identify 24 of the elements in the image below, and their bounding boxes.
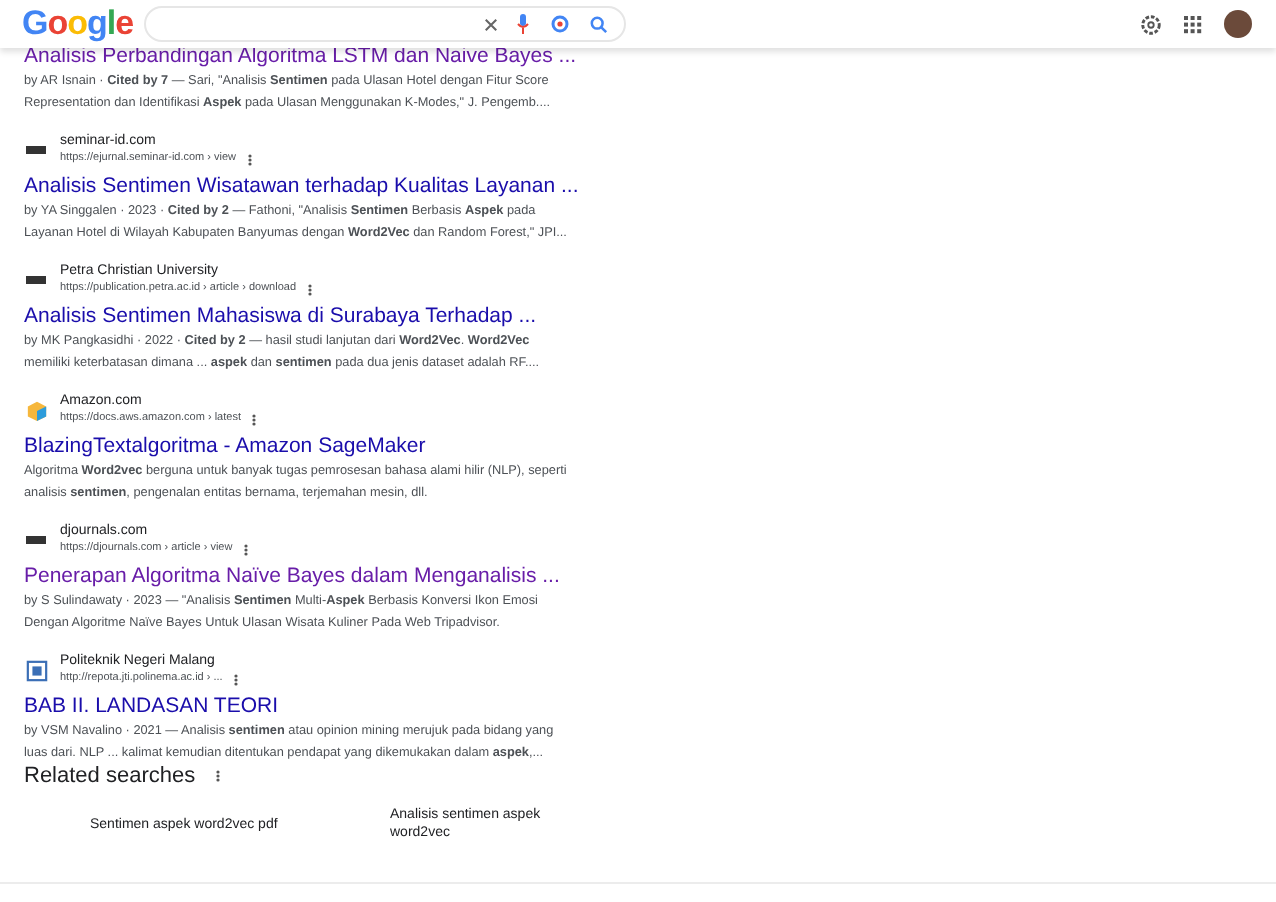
cube-icon: [25, 399, 47, 421]
more-options-icon[interactable]: [308, 283, 313, 295]
related-searches-heading: Related searches: [24, 762, 196, 792]
search-field[interactable]: [144, 6, 626, 42]
camera-icon[interactable]: [550, 14, 570, 34]
result-title-link[interactable]: Analisis Sentimen Mahasiswa di Surabaya Terhadap ...: [24, 302, 604, 330]
result-title-link[interactable]: BlazingTextalgoritma - Amazon SageMaker: [24, 432, 604, 460]
more-options-icon[interactable]: [215, 770, 220, 783]
more-options-icon[interactable]: [252, 413, 257, 425]
more-options-icon[interactable]: [248, 153, 253, 165]
result-title-link[interactable]: Penerapan Algoritma Naïve Bayes dalam Menganalisis ...: [24, 562, 604, 590]
google-logo: Google: [22, 2, 136, 47]
more-options-icon[interactable]: [234, 673, 239, 685]
result-title-link[interactable]: BAB II. LANDASAN TEORI: [24, 692, 604, 720]
result-title-link[interactable]: Analisis Sentimen Wisatawan terhadap Kualitas Layanan ...: [24, 172, 604, 200]
avatar[interactable]: [1224, 10, 1252, 38]
close-icon[interactable]: [484, 17, 498, 31]
microphone-icon[interactable]: [516, 14, 530, 34]
document-icon: [25, 659, 47, 681]
result-title-link[interactable]: Analisis Perbandingan Algoritma LSTM dan Naive Bayes ...: [24, 42, 604, 70]
search-icon[interactable]: [590, 15, 608, 33]
settings-icon[interactable]: [1140, 13, 1162, 35]
apps-grid-icon[interactable]: [1184, 15, 1202, 33]
more-options-icon[interactable]: [244, 543, 249, 555]
